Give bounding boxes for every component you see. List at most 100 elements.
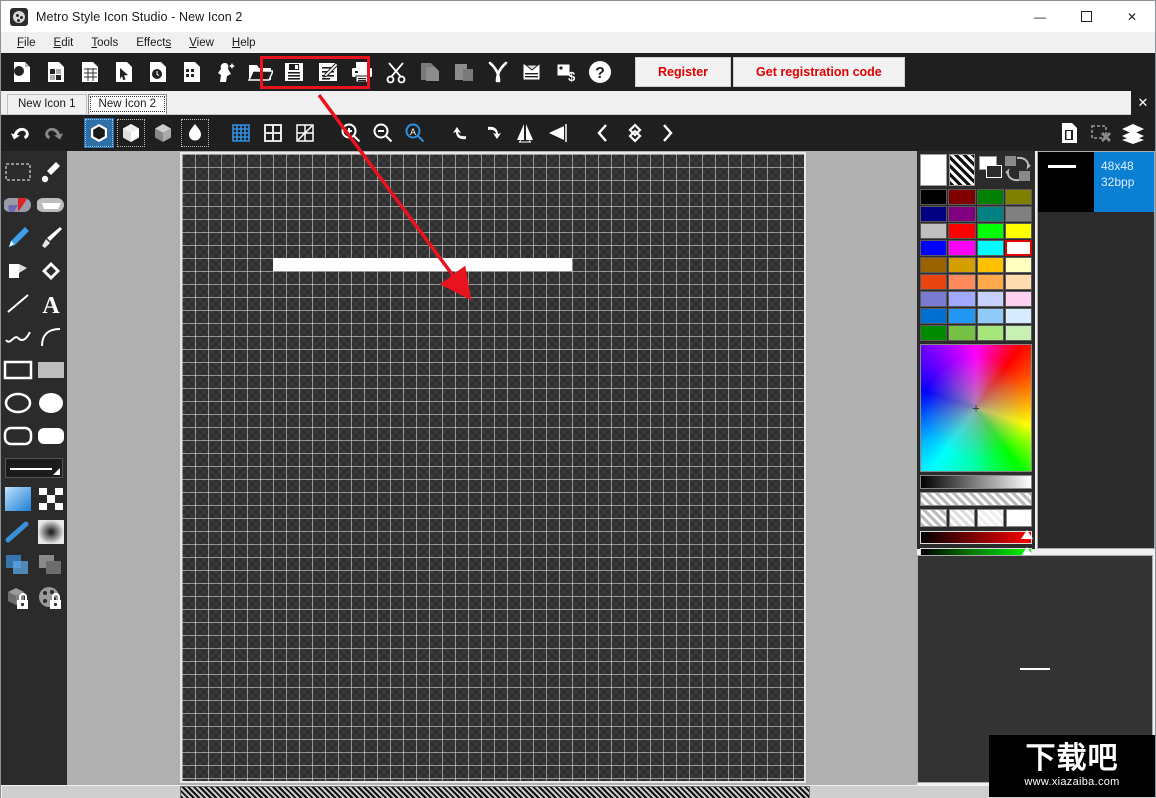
color-swatch-14[interactable] [976,240,1004,256]
alpha-ramp[interactable] [920,492,1032,506]
rotate-left-icon[interactable] [446,118,476,148]
flip-vertical-icon[interactable] [542,118,572,148]
grayscale-ramp[interactable] [920,475,1032,489]
redo-icon[interactable] [38,118,68,148]
icon-thumbnail[interactable] [1038,152,1094,212]
gradient-tool[interactable] [1,482,34,515]
color-swatch-27[interactable] [1004,291,1032,307]
minimize-button[interactable]: — [1017,1,1063,32]
grid-coarse-icon[interactable] [258,118,288,148]
pencil-tool[interactable] [1,221,34,254]
color-swatch-30[interactable] [976,308,1004,324]
color-swatch-11[interactable] [1004,223,1032,239]
ellipse-outline-tool[interactable] [1,386,34,419]
color-swatch-12[interactable] [920,240,948,256]
grid-fine-icon[interactable] [226,118,256,148]
register-button[interactable]: Register [635,57,732,87]
color-replace-tool[interactable] [1,188,34,221]
tab-new-icon-2[interactable]: New Icon 2 [87,94,168,114]
scroll-track[interactable] [2,785,1154,798]
rectangle-outline-tool[interactable] [1,353,34,386]
swap-colors-icon[interactable] [1004,154,1033,186]
eyedropper-tool[interactable] [34,155,67,188]
get-registration-code-button[interactable]: Get registration code [733,57,905,87]
lock-3d-tool[interactable] [1,581,34,614]
color-swatch-2[interactable] [976,189,1004,205]
color-swatch-26[interactable] [976,291,1004,307]
new-animated-cursor-icon[interactable] [142,56,174,88]
save-as-icon[interactable] [312,56,344,88]
delete-frame-icon[interactable] [1086,118,1116,148]
eraser-tool[interactable] [34,188,67,221]
color-swatch-32[interactable] [920,325,948,341]
alpha-preset-0[interactable] [920,509,947,527]
nav-center-icon[interactable] [620,118,650,148]
stroke-tool[interactable] [1,515,34,548]
checkerboard-tool[interactable] [34,482,67,515]
color-swatch-35[interactable] [1004,325,1032,341]
new-icon-icon[interactable] [6,56,38,88]
flip-horizontal-icon[interactable] [510,118,540,148]
color-swatch-5[interactable] [948,206,976,222]
transparent-swatch[interactable] [948,154,976,186]
delete-x-icon[interactable] [482,56,514,88]
paste-icon[interactable] [448,56,480,88]
alpha-preset-3[interactable] [1005,509,1032,527]
close-tab-button[interactable]: ✕ [1131,91,1155,115]
color-swatch-31[interactable] [1004,308,1032,324]
zoom-in-icon[interactable] [336,118,366,148]
line-width-selector[interactable] [5,458,63,478]
lock-palette-tool[interactable] [34,581,67,614]
color-swatch-25[interactable] [948,291,976,307]
color-swatch-3[interactable] [1004,189,1032,205]
menu-help[interactable]: Help [223,35,265,51]
maximize-button[interactable] [1063,1,1109,32]
horizontal-scrollbar[interactable] [1,785,1155,798]
print-icon[interactable] [346,56,378,88]
save-icon[interactable] [278,56,310,88]
nav-next-icon[interactable] [652,118,682,148]
help-question-icon[interactable]: ? [584,56,616,88]
color-swatch-13[interactable] [948,240,976,256]
cut-scissors-icon[interactable] [380,56,412,88]
menu-tools[interactable]: Tools [82,35,127,51]
nav-prev-icon[interactable] [588,118,618,148]
color-swatch-33[interactable] [948,325,976,341]
rounded-rect-outline-tool[interactable] [1,419,34,452]
color-swatch-23[interactable] [1004,274,1032,290]
color-swatch-20[interactable] [920,274,948,290]
menu-view[interactable]: View [180,35,223,51]
color-swatch-34[interactable] [976,325,1004,341]
foreground-color-swatch[interactable] [920,154,947,186]
color-swatch-22[interactable] [976,274,1004,290]
color-swatch-17[interactable] [948,257,976,273]
color-swatch-7[interactable] [1004,206,1032,222]
color-swatch-28[interactable] [920,308,948,324]
color-wheel-picker[interactable] [920,344,1032,472]
freehand-curve-tool[interactable] [1,320,34,353]
new-icon-library-icon[interactable] [74,56,106,88]
color-swatch-10[interactable] [976,223,1004,239]
undo-icon[interactable] [6,118,36,148]
color-swatch-0[interactable] [920,189,948,205]
rotate-right-icon[interactable] [478,118,508,148]
color-swatch-19[interactable] [1004,257,1032,273]
color-swatch-4[interactable] [920,206,948,222]
alpha-preset-1[interactable] [948,509,975,527]
color-swatch-9[interactable] [948,223,976,239]
rectangle-filled-tool[interactable] [34,353,67,386]
droplet-icon[interactable] [180,118,210,148]
grid-skew-icon[interactable] [290,118,320,148]
menu-effects[interactable]: Effects [127,35,180,51]
new-batch-icon[interactable] [176,56,208,88]
layers-icon[interactable] [1118,118,1148,148]
export-image-icon[interactable] [516,56,548,88]
icon-canvas[interactable] [180,152,806,783]
new-icon-from-image-icon[interactable] [40,56,72,88]
shadow-tool[interactable] [34,548,67,581]
text-tool[interactable]: A [34,287,67,320]
color-swatch-grid[interactable] [920,189,1032,341]
color-swatch-29[interactable] [948,308,976,324]
new-cursor-icon[interactable] [108,56,140,88]
color-swatch-18[interactable] [976,257,1004,273]
